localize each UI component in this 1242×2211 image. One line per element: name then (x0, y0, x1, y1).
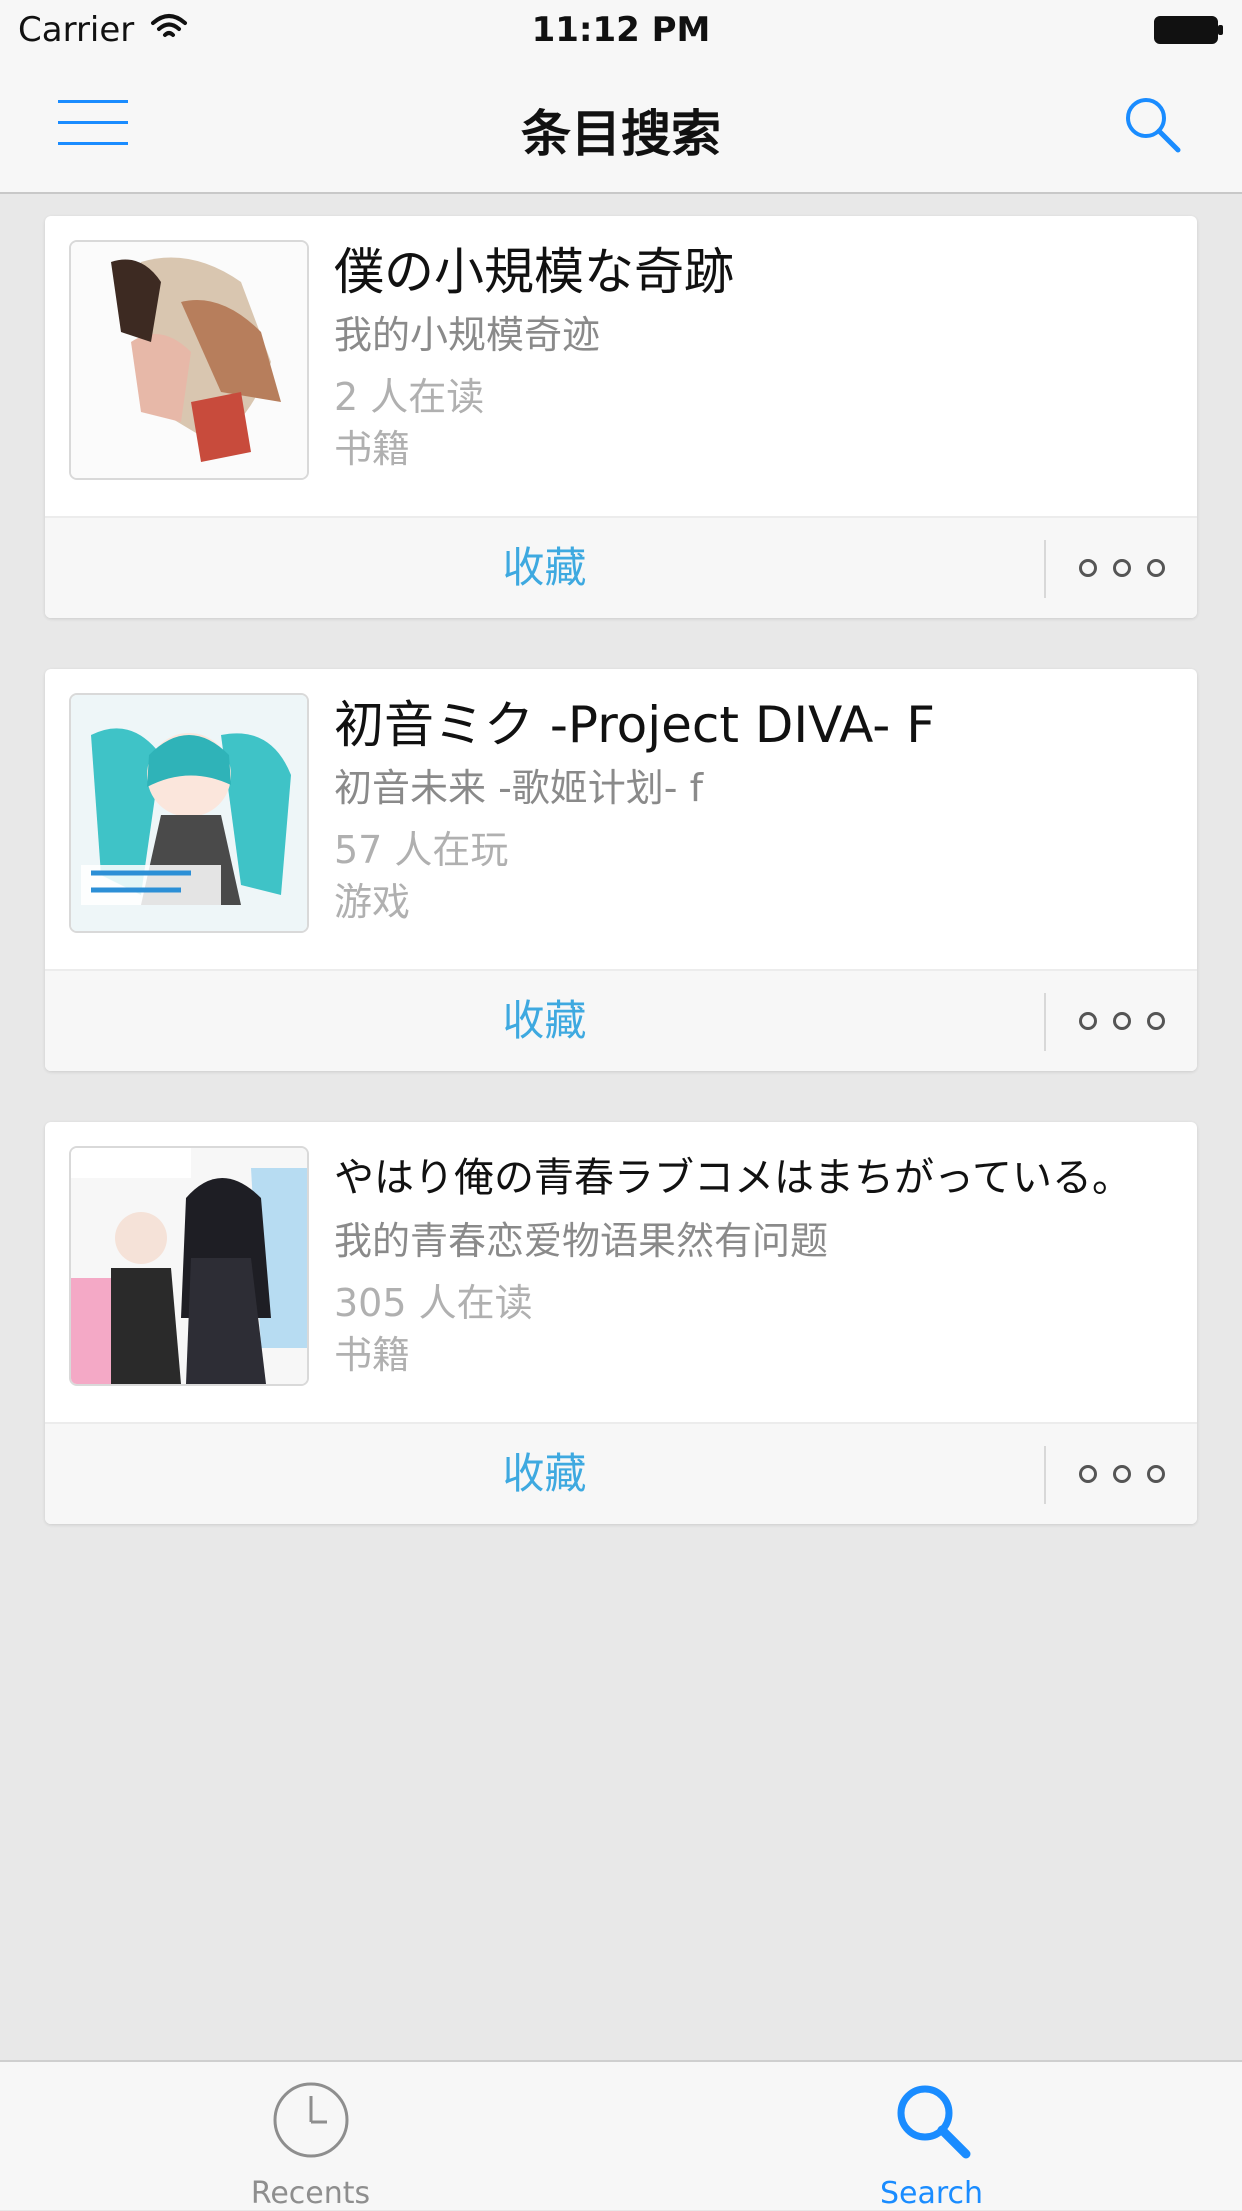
cover-image (69, 1146, 309, 1386)
favorite-button[interactable]: 收藏 (45, 1424, 1044, 1524)
item-count: 305 人在读 (334, 1281, 533, 1325)
status-bar: Carrier 11:12 PM (0, 0, 1242, 60)
more-button[interactable] (1046, 971, 1197, 1071)
item-subtitle: 我的小规模奇迹 (334, 313, 601, 357)
card-actions: 收藏 (45, 516, 1197, 618)
item-count: 57 人在玩 (334, 828, 509, 872)
tab-search[interactable]: Search (621, 2062, 1242, 2211)
more-icon (1078, 1465, 1097, 1483)
item-title: 僕の小規模な奇跡 (334, 243, 734, 301)
more-button[interactable] (1046, 1424, 1197, 1524)
card-actions: 收藏 (45, 1422, 1197, 1524)
tab-label: Search (879, 2176, 984, 2211)
more-button[interactable] (1046, 518, 1197, 618)
item-subtitle: 我的青春恋爱物语果然有问题 (334, 1219, 829, 1263)
cover-image (69, 693, 309, 933)
item-type: 游戏 (334, 880, 411, 924)
item-type: 书籍 (334, 1333, 411, 1377)
clock-icon (273, 2082, 348, 2158)
item-subtitle: 初音未来 -歌姬计划- f (334, 766, 703, 810)
status-time: 11:12 PM (531, 10, 711, 50)
favorite-button[interactable]: 收藏 (45, 518, 1044, 618)
result-card[interactable]: 僕の小規模な奇跡 我的小规模奇迹 2 人在读 书籍 收藏 (45, 216, 1197, 618)
item-count: 2 人在读 (334, 375, 485, 419)
item-title: 初音ミク -Project DIVA- F (334, 696, 935, 754)
favorite-button[interactable]: 收藏 (45, 971, 1044, 1071)
page-title: 条目搜索 (521, 105, 721, 163)
item-type: 书籍 (334, 427, 411, 471)
result-card[interactable]: やはり俺の青春ラブコメはまちがっている。 我的青春恋爱物语果然有问题 305 人… (45, 1122, 1197, 1524)
tab-bar: Recents Search (0, 2060, 1242, 2211)
search-icon (897, 2085, 970, 2159)
nav-bar: 条目搜索 (0, 60, 1242, 194)
result-card[interactable]: 初音ミク -Project DIVA- F 初音未来 -歌姬计划- f 57 人… (45, 669, 1197, 1071)
more-icon (1078, 559, 1097, 577)
battery-icon (1154, 16, 1223, 44)
tab-recents[interactable]: Recents (0, 2062, 621, 2211)
card-actions: 收藏 (45, 969, 1197, 1071)
search-icon[interactable] (1120, 92, 1184, 156)
tab-label: Recents (250, 2176, 371, 2211)
results-list: 僕の小規模な奇跡 我的小规模奇迹 2 人在读 书籍 收藏 初音ミク -Proje… (45, 216, 1197, 1575)
more-icon (1078, 1012, 1097, 1030)
cover-image (69, 240, 309, 480)
item-title: やはり俺の青春ラブコメはまちがっている。 (334, 1155, 1132, 1201)
